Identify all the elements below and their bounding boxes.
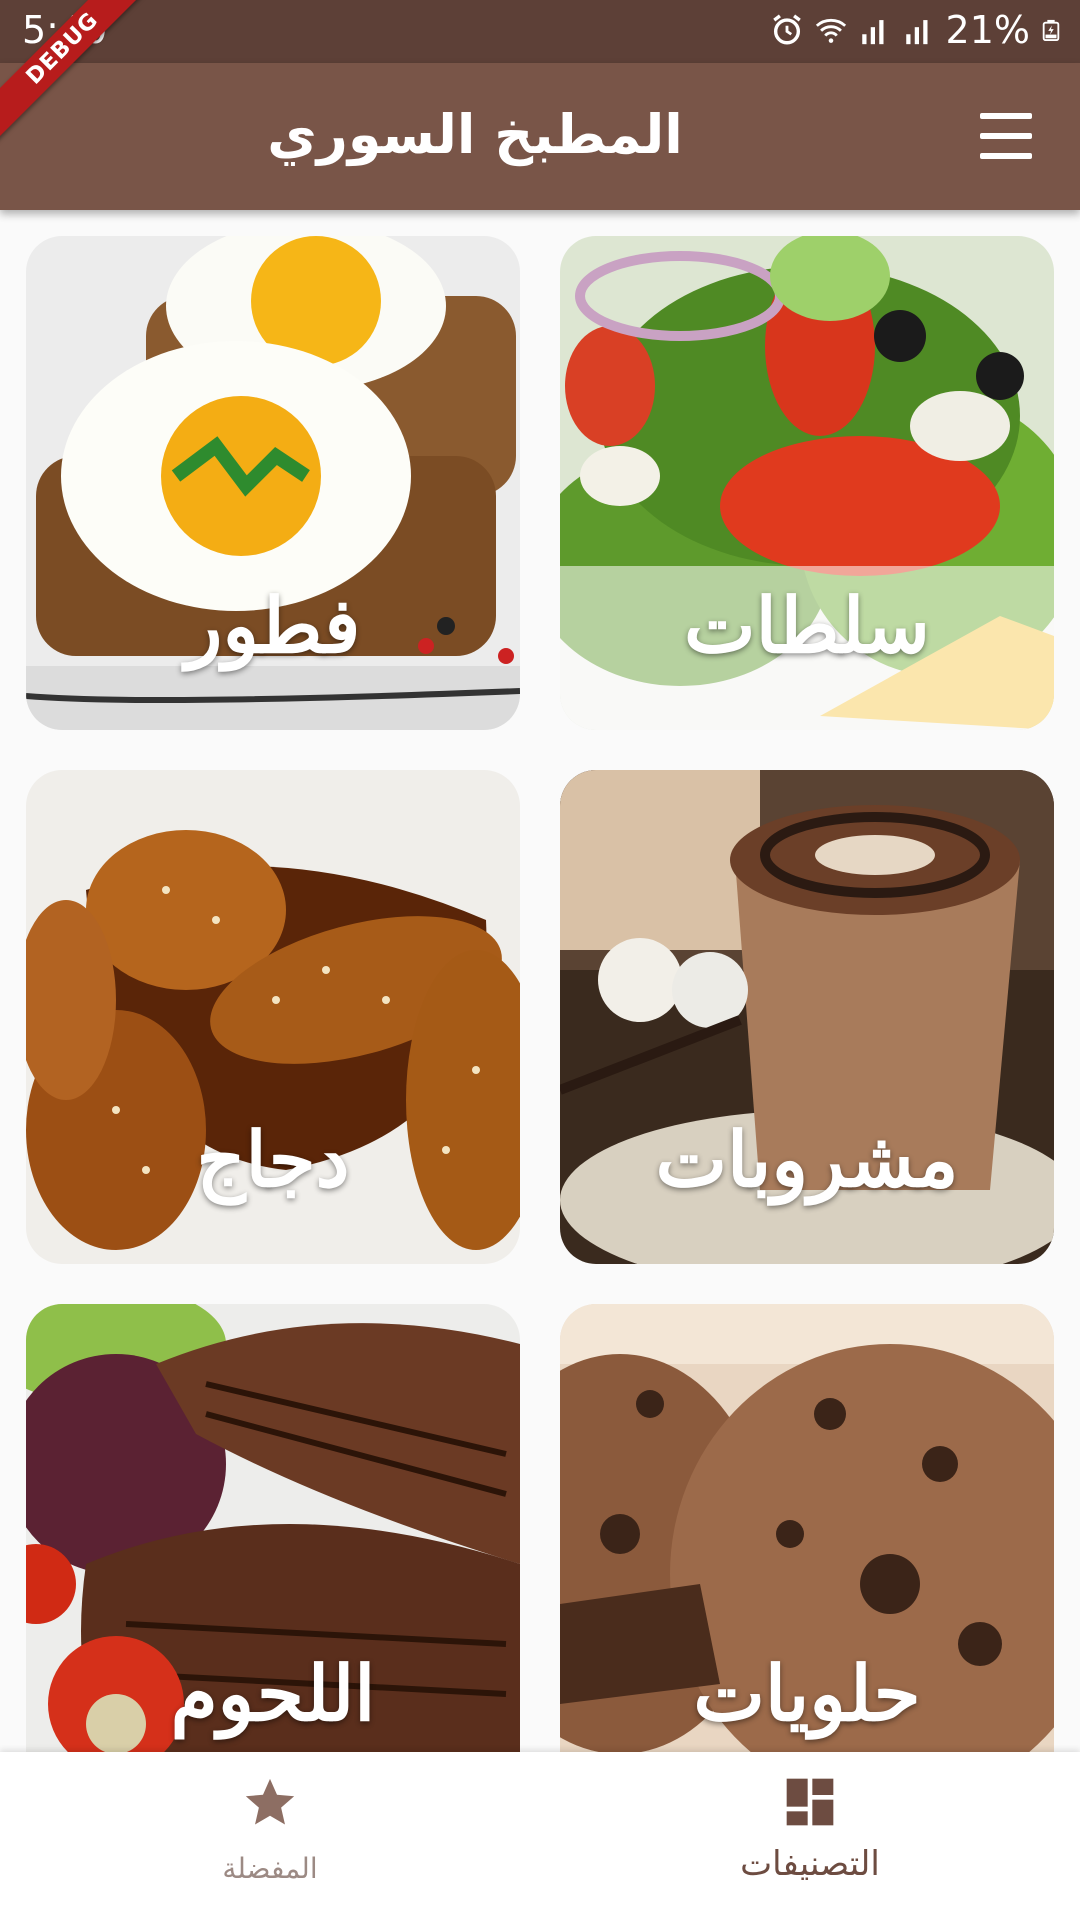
signal-icon bbox=[861, 20, 884, 45]
alarm-icon bbox=[772, 14, 801, 45]
category-tile-sweets[interactable]: حلويات bbox=[560, 1304, 1054, 1752]
category-label: حلويات bbox=[693, 1649, 921, 1738]
wifi-icon bbox=[815, 18, 846, 43]
nav-label: التصنيفات bbox=[740, 1844, 880, 1884]
category-grid: سلطات فطور مشروبات دجاج حلويات اللحوم bbox=[26, 236, 1054, 1752]
category-label: دجاج bbox=[196, 1115, 350, 1204]
category-label: فطور bbox=[185, 581, 361, 670]
dashboard-icon bbox=[786, 1778, 834, 1826]
star-icon bbox=[245, 1778, 295, 1825]
category-label: اللحوم bbox=[170, 1649, 376, 1738]
nav-label: المفضلة bbox=[222, 1852, 318, 1885]
signal-icon bbox=[905, 20, 928, 45]
menu-icon bbox=[980, 113, 1032, 119]
status-icons: 21% bbox=[770, 8, 1062, 52]
nav-item-categories[interactable]: التصنيفات bbox=[540, 1752, 1080, 1920]
app-title: المطبخ السوري bbox=[267, 103, 683, 166]
bottom-navigation: المفضلة التصنيفات bbox=[0, 1752, 1080, 1920]
battery-percent: 21% bbox=[945, 8, 1030, 52]
app-bar: المطبخ السوري bbox=[0, 63, 1080, 210]
category-label: سلطات bbox=[684, 581, 930, 670]
category-tile-meat[interactable]: اللحوم bbox=[26, 1304, 520, 1752]
status-bar: 5:40 21% bbox=[0, 0, 1080, 63]
battery-icon bbox=[1042, 19, 1060, 41]
category-label: مشروبات bbox=[655, 1115, 959, 1204]
category-tile-chicken[interactable]: دجاج bbox=[26, 770, 520, 1264]
nav-item-favorites[interactable]: المفضلة bbox=[0, 1752, 540, 1920]
menu-button[interactable] bbox=[980, 113, 1032, 159]
category-tile-salads[interactable]: سلطات bbox=[560, 236, 1054, 730]
category-tile-drinks[interactable]: مشروبات bbox=[560, 770, 1054, 1264]
category-tile-breakfast[interactable]: فطور bbox=[26, 236, 520, 730]
